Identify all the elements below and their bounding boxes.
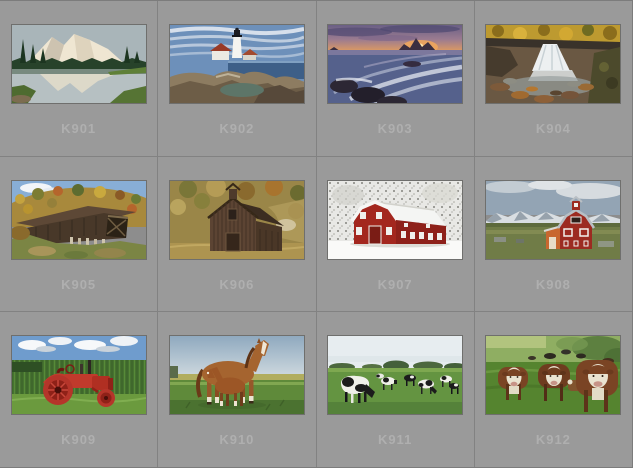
item-code-label-k909: K909: [0, 432, 157, 447]
photo-thumbnail-k906[interactable]: [169, 180, 305, 260]
k905-covered-bridge-image: [12, 181, 146, 259]
gallery-item-k908[interactable]: K908: [475, 157, 632, 312]
k908-red-barn-mountains-image: [486, 181, 620, 259]
k906-old-barn-image: [170, 181, 304, 259]
photo-thumbnail-k903[interactable]: [327, 24, 463, 104]
gallery-item-k906[interactable]: K906: [158, 157, 315, 312]
gallery-item-k907[interactable]: K907: [317, 157, 474, 312]
photo-thumbnail-k905[interactable]: [11, 180, 147, 260]
item-code-label-k902: K902: [158, 121, 315, 136]
item-code-label-k911: K911: [317, 432, 474, 447]
gallery-item-k901[interactable]: K901: [0, 1, 157, 156]
k909-red-tractor-image: [12, 336, 146, 414]
item-code-label-k908: K908: [475, 277, 632, 292]
k910-mare-and-foal-image: [170, 336, 304, 414]
item-code-label-k901: K901: [0, 121, 157, 136]
item-code-label-k910: K910: [158, 432, 315, 447]
item-code-label-k912: K912: [475, 432, 632, 447]
item-code-label-k904: K904: [475, 121, 632, 136]
photo-thumbnail-k902[interactable]: [169, 24, 305, 104]
gallery-item-k905[interactable]: K905: [0, 157, 157, 312]
k911-grazing-cows-image: [328, 336, 462, 414]
photo-thumbnail-k904[interactable]: [485, 24, 621, 104]
photo-thumbnail-k911[interactable]: [327, 335, 463, 415]
k902-lighthouse-image: [170, 25, 304, 103]
k907-snowy-red-barn-image: [328, 181, 462, 259]
k903-ocean-sunset-image: [328, 25, 462, 103]
photo-thumbnail-k901[interactable]: [11, 24, 147, 104]
k904-autumn-waterfall-image: [486, 25, 620, 103]
gallery-item-k910[interactable]: K910: [158, 312, 315, 467]
item-code-label-k906: K906: [158, 277, 315, 292]
photo-thumbnail-k910[interactable]: [169, 335, 305, 415]
gallery-item-k912[interactable]: K912: [475, 312, 632, 467]
photo-thumbnail-k912[interactable]: [485, 335, 621, 415]
k912-hereford-cattle-image: [486, 336, 620, 414]
item-code-label-k905: K905: [0, 277, 157, 292]
thumbnail-grid: K901: [0, 0, 633, 468]
photo-thumbnail-k907[interactable]: [327, 180, 463, 260]
gallery-item-k909[interactable]: K909: [0, 312, 157, 467]
k901-mountain-lake-image: [12, 25, 146, 103]
photo-thumbnail-k909[interactable]: [11, 335, 147, 415]
gallery-item-k903[interactable]: K903: [317, 1, 474, 156]
photo-thumbnail-k908[interactable]: [485, 180, 621, 260]
gallery-item-k911[interactable]: K911: [317, 312, 474, 467]
item-code-label-k907: K907: [317, 277, 474, 292]
gallery-item-k902[interactable]: K902: [158, 1, 315, 156]
item-code-label-k903: K903: [317, 121, 474, 136]
gallery-item-k904[interactable]: K904: [475, 1, 632, 156]
